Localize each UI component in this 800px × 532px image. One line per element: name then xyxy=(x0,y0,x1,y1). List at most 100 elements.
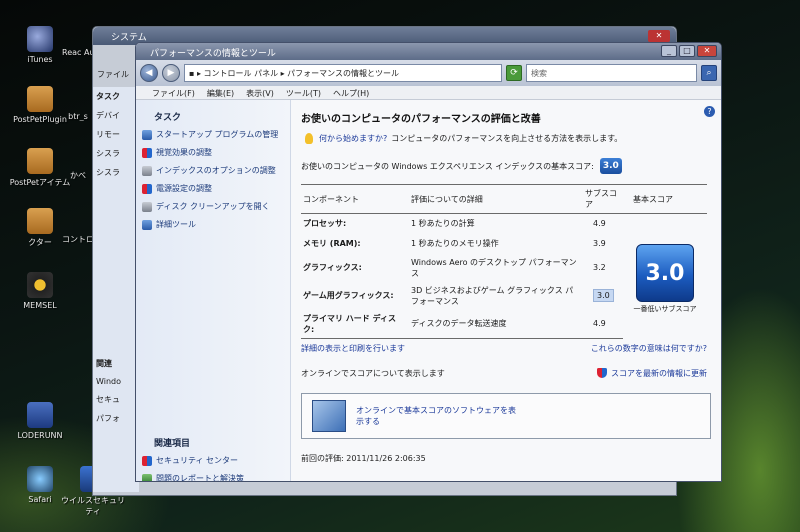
desktop-icon-label: かべ xyxy=(70,171,86,180)
performance-window[interactable]: パフォーマンスの情報とツール _ □ ✕ ◀ ▶ ▪ ▸ コントロール パネル … xyxy=(135,42,722,482)
update-score-label: スコアを最新の情報に更新 xyxy=(611,368,707,378)
desktop-icon-memsel[interactable]: MEMSEL xyxy=(5,272,75,310)
header-component: コンポーネント xyxy=(301,184,409,214)
desktop-icon-reac[interactable]: Reac Auto xyxy=(62,48,94,57)
desktop-icon-label: Reac Auto xyxy=(62,48,94,57)
sidebar-item-security-center[interactable]: セキュリティ センター xyxy=(142,455,292,466)
desktop-icon-kabe[interactable]: かべ xyxy=(62,170,94,181)
shield-icon xyxy=(142,183,152,194)
sidebar-task-heading: タスク xyxy=(154,113,182,123)
what-do-numbers-mean-link[interactable]: これらの数字の意味は何ですか? xyxy=(591,343,707,354)
sidebar-item-label: 問題のレポートと解決策 xyxy=(156,474,244,482)
safari-icon xyxy=(27,466,53,492)
base-score-cell: 3.0 一番低いサブスコア xyxy=(623,214,707,339)
online-software-panel[interactable]: オンラインで基本スコアのソフトウェアを表示する xyxy=(301,392,711,439)
subscore-value: 3.9 xyxy=(593,239,606,248)
menu-tools[interactable]: ツール(T) xyxy=(286,88,321,99)
system-window-related-link[interactable]: Windo xyxy=(96,377,136,386)
desktop-icon-control[interactable]: コントロ xyxy=(62,234,94,245)
system-window-task[interactable]: リモー xyxy=(96,129,136,140)
system-window-task[interactable]: デバイ xyxy=(96,110,136,121)
lightbulb-icon xyxy=(305,133,313,144)
close-button[interactable]: ✕ xyxy=(697,45,717,57)
sidebar-item-visual-effects[interactable]: 視覚効果の調整 xyxy=(142,147,284,158)
back-button[interactable]: ◀ xyxy=(140,64,158,82)
menu-view[interactable]: 表示(V) xyxy=(246,88,274,99)
update-score-link[interactable]: スコアを最新の情報に更新 xyxy=(597,368,707,379)
system-window-menu-file[interactable]: ファイル xyxy=(97,69,129,80)
subscore-cell: 3.9 xyxy=(583,234,623,254)
system-window-related-link[interactable]: パフォ xyxy=(96,413,136,424)
menu-edit[interactable]: 編集(E) xyxy=(207,88,234,99)
sidebar-related-heading: 関連項目 xyxy=(154,439,191,449)
problem-reports-icon xyxy=(142,473,152,481)
last-evaluation-date: 前回の評価: 2011/11/26 2:06:35 xyxy=(301,453,426,463)
desktop-icon-label: iTunes xyxy=(27,55,53,64)
folder-icon xyxy=(27,148,53,174)
desktop-icon-btr[interactable]: btr_s xyxy=(62,112,94,121)
component-detail: Windows Aero のデスクトップ パフォーマンス xyxy=(411,257,577,278)
search-icon[interactable]: ⌕ xyxy=(701,65,717,81)
desktop-icon-postpet-item[interactable]: PostPetアイテム xyxy=(5,148,75,188)
where-to-start-link[interactable]: 何から始めますか? xyxy=(319,133,387,144)
address-field[interactable]: ▪ ▸ コントロール パネル ▸ パフォーマンスの情報とツール xyxy=(184,64,502,82)
help-icon[interactable]: ? xyxy=(704,106,715,117)
sidebar-item-label: インデックスのオプションの調整 xyxy=(156,166,276,175)
desktop-icon-label: コントロ xyxy=(62,235,94,244)
online-row: オンラインでスコアについて表示します スコアを最新の情報に更新 xyxy=(301,368,707,379)
desktop-icon-itunes[interactable]: iTunes xyxy=(5,26,75,64)
header-basescore: 基本スコア xyxy=(623,184,707,214)
table-row: プロセッサ: 1 秒あたりの計算 4.9 3.0 一番低いサブスコア xyxy=(301,214,707,313)
sidebar-item-label: 視覚効果の調整 xyxy=(156,148,212,157)
loderunner-icon xyxy=(27,402,53,428)
view-scores-online-link[interactable]: オンラインでスコアについて表示します xyxy=(301,368,445,379)
software-box-icon xyxy=(312,399,346,432)
sidebar-item-label: スタートアップ プログラムの管理 xyxy=(156,130,279,139)
advanced-tools-icon xyxy=(142,219,152,230)
lowest-subscore-caption: 一番低いサブスコア xyxy=(633,305,697,313)
itunes-icon xyxy=(27,26,53,52)
search-input[interactable]: 検索 xyxy=(526,64,697,82)
system-window-task[interactable]: シスラ xyxy=(96,148,136,159)
sidebar-item-label: 電源設定の調整 xyxy=(156,184,212,193)
base-score-label: お使いのコンピュータの Windows エクスペリエンス インデックスの基本スコ… xyxy=(301,161,594,171)
sidebar-item-disk-cleanup[interactable]: ディスク クリーンアップを開く xyxy=(142,201,284,212)
menu-help[interactable]: ヘルプ(H) xyxy=(333,88,369,99)
component-detail: 3D ビジネスおよびゲーム グラフィックス パフォーマンス xyxy=(411,285,574,306)
header-detail: 評価についての詳細 xyxy=(409,184,583,214)
system-window-task[interactable]: シスラ xyxy=(96,167,136,178)
desktop-icon-loderunn[interactable]: LODERUNN xyxy=(5,402,75,440)
indexing-icon xyxy=(142,165,152,176)
component-name: メモリ (RAM): xyxy=(303,239,361,248)
sidebar-item-label: 詳細ツール xyxy=(156,220,196,229)
sidebar-item-power-settings[interactable]: 電源設定の調整 xyxy=(142,183,284,194)
menu-file[interactable]: ファイル(F) xyxy=(152,88,195,99)
desktop-icon-label: LODERUNN xyxy=(17,431,63,440)
window-titlebar[interactable]: パフォーマンスの情報とツール _ □ ✕ xyxy=(136,43,721,60)
desktop-icon-label: MEMSEL xyxy=(23,301,57,310)
subscore-cell: 3.2 xyxy=(583,254,623,282)
system-window-related-link[interactable]: セキュ xyxy=(96,394,136,405)
minimize-button[interactable]: _ xyxy=(661,45,677,57)
desktop-icon-label: ウイルスセキュリティ xyxy=(61,496,125,516)
subscore-cell: 4.9 xyxy=(583,214,623,234)
startup-programs-icon xyxy=(142,129,152,140)
maximize-button[interactable]: □ xyxy=(679,45,695,57)
menu-bar: ファイル(F) 編集(E) 表示(V) ツール(T) ヘルプ(H) xyxy=(136,86,721,100)
desktop-icon-label: PostPetPlugin xyxy=(13,115,67,124)
refresh-icon[interactable]: ⟳ xyxy=(506,65,522,81)
sidebar-item-problem-reports[interactable]: 問題のレポートと解決策 xyxy=(142,473,292,482)
component-detail: 1 秒あたりのメモリ操作 xyxy=(411,239,499,248)
view-print-details-link[interactable]: 詳細の表示と印刷を行います xyxy=(301,343,405,354)
subscore-value: 3.0 xyxy=(593,289,614,302)
forward-button[interactable]: ▶ xyxy=(162,64,180,82)
score-table: コンポーネント 評価についての詳細 サブスコア 基本スコア プロセッサ: 1 秒… xyxy=(301,184,707,339)
system-window-close-button[interactable]: ✕ xyxy=(648,30,670,42)
sidebar-item-advanced-tools[interactable]: 詳細ツール xyxy=(142,219,284,230)
online-software-link[interactable]: オンラインで基本スコアのソフトウェアを表示する xyxy=(356,405,516,427)
sidebar-item-startup-programs[interactable]: スタートアップ プログラムの管理 xyxy=(142,129,284,140)
desktop-icon-label: btr_s xyxy=(68,112,88,121)
security-shield-icon xyxy=(142,455,152,466)
system-window-related-head: 関連 xyxy=(96,359,112,368)
sidebar-item-indexing-options[interactable]: インデックスのオプションの調整 xyxy=(142,165,284,176)
